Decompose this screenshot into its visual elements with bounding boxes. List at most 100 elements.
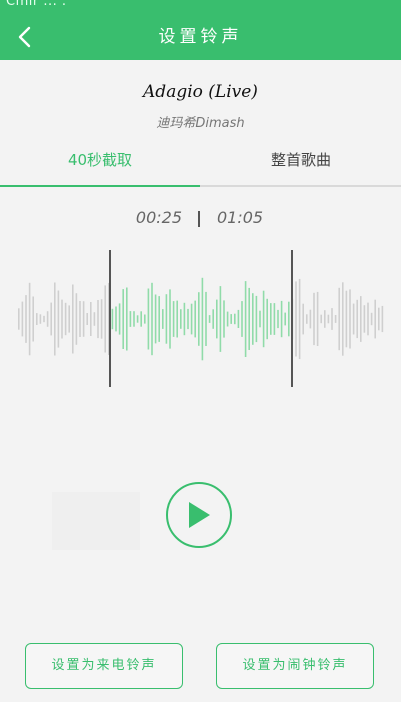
- waveform-bar: [39, 314, 42, 324]
- waveform-bar: [21, 301, 24, 337]
- clip-start-time: 00:25: [135, 208, 182, 227]
- waveform-bar: [126, 287, 128, 351]
- waveform-bar: [140, 311, 142, 327]
- waveform-bar: [172, 301, 175, 337]
- song-title: Adagio (Live): [143, 82, 258, 102]
- waveform-bar: [324, 310, 326, 328]
- waveform-bar: [313, 292, 315, 346]
- play-button[interactable]: [166, 482, 232, 548]
- status-bar-text: Cmir ... .: [6, 0, 67, 9]
- status-bar: Cmir ... .: [0, 0, 401, 14]
- waveform-bar: [180, 309, 182, 329]
- waveform-bar: [46, 311, 49, 327]
- clip-end-time: 01:05: [217, 208, 264, 227]
- waveform-bar: [205, 291, 207, 346]
- song-artist: 迪玛希Dimash: [156, 116, 245, 131]
- set-alarm-button[interactable]: 设置为闹钟铃声: [216, 643, 374, 689]
- waveform-bar: [151, 282, 153, 356]
- waveform-bar: [226, 311, 229, 327]
- clip-start-handle[interactable]: [109, 250, 111, 387]
- waveform-bar: [255, 295, 258, 343]
- waveform-bar: [176, 300, 178, 338]
- waveform-bar: [194, 300, 196, 338]
- waveform-bar: [349, 289, 351, 349]
- waveform-bar: [18, 308, 20, 330]
- waveform-bar: [360, 296, 362, 342]
- page-title: 设置铃声: [158, 27, 243, 47]
- waveform-bar: [183, 302, 186, 336]
- waveform-bar: [298, 278, 301, 360]
- waveform-bar: [367, 302, 369, 336]
- waveform-bar: [327, 314, 330, 324]
- set-ringtone-button[interactable]: 设置为来电铃声: [25, 643, 183, 689]
- waveform[interactable]: [0, 244, 401, 394]
- waveform-bar: [370, 312, 373, 326]
- waveform-bar: [338, 287, 340, 351]
- waveform-bar: [86, 313, 88, 325]
- waveform-bar: [248, 287, 250, 350]
- waveform-bar: [273, 303, 276, 335]
- waveform-bar: [381, 305, 384, 333]
- waveform-bar: [118, 303, 121, 335]
- waveform-bar: [190, 303, 193, 335]
- tab-40s-clip[interactable]: 40秒截取: [0, 140, 200, 186]
- waveform-bar: [374, 299, 376, 339]
- waveform-bar: [252, 293, 254, 345]
- waveform-bar: [32, 296, 34, 342]
- waveform-bar: [306, 314, 308, 324]
- waveform-bar: [219, 286, 222, 352]
- waveform-bar: [90, 302, 92, 336]
- waveform-bar: [208, 315, 211, 323]
- waveform-bar: [75, 293, 78, 345]
- waveform-bar: [82, 301, 85, 337]
- waveform-bar: [241, 301, 243, 337]
- waveform-bar: [165, 294, 168, 344]
- waveform-bar: [352, 303, 355, 335]
- waveform-bar: [104, 285, 106, 353]
- waveform-bar: [129, 311, 132, 327]
- waveform-bar: [25, 295, 27, 343]
- waveform-bar: [316, 291, 319, 346]
- waveform-bar: [133, 311, 135, 327]
- waveform-bar: [111, 308, 114, 330]
- tab-full-song[interactable]: 整首歌曲: [201, 140, 401, 186]
- waveform-bar: [68, 305, 70, 333]
- waveform-bar: [201, 277, 204, 361]
- waveform-bar: [79, 301, 81, 337]
- waveform-bar: [50, 302, 52, 336]
- waveform-bar: [154, 294, 157, 344]
- waveform-bar: [363, 305, 366, 333]
- waveform-bar: [320, 314, 322, 324]
- waveform-bar: [237, 309, 240, 328]
- waveform-bar: [64, 302, 67, 336]
- waveform-bar: [100, 299, 103, 339]
- time-separator: [198, 211, 200, 227]
- waveform-bar: [302, 303, 304, 335]
- waveform-bar: [136, 315, 139, 323]
- waveform-bar: [115, 306, 117, 332]
- waveform-bar: [72, 284, 74, 354]
- waveform-bar: [262, 290, 265, 348]
- waveform-bar: [158, 296, 160, 342]
- clip-end-handle[interactable]: [291, 250, 293, 387]
- waveform-bar: [356, 299, 358, 339]
- tab-active-indicator: [0, 185, 200, 187]
- placeholder-panel: [52, 492, 140, 550]
- waveform-bar: [61, 299, 63, 339]
- waveform-bar: [187, 308, 189, 330]
- time-range: 00:25 01:05: [0, 208, 401, 232]
- waveform-bar: [223, 300, 225, 338]
- waveform-bar: [280, 300, 283, 338]
- waveform-bar: [36, 313, 38, 325]
- waveform-bar: [230, 314, 232, 324]
- waveform-bar: [284, 312, 286, 326]
- waveform-bar: [93, 312, 96, 326]
- waveform-bar: [43, 315, 45, 323]
- tab-bar: 40秒截取 整首歌曲: [0, 140, 401, 188]
- play-icon: [189, 502, 210, 528]
- waveform-bar: [378, 307, 380, 331]
- waveform-bar: [122, 289, 124, 349]
- waveform-bar: [342, 282, 344, 356]
- waveform-bar: [212, 309, 214, 329]
- waveform-bar: [309, 309, 312, 329]
